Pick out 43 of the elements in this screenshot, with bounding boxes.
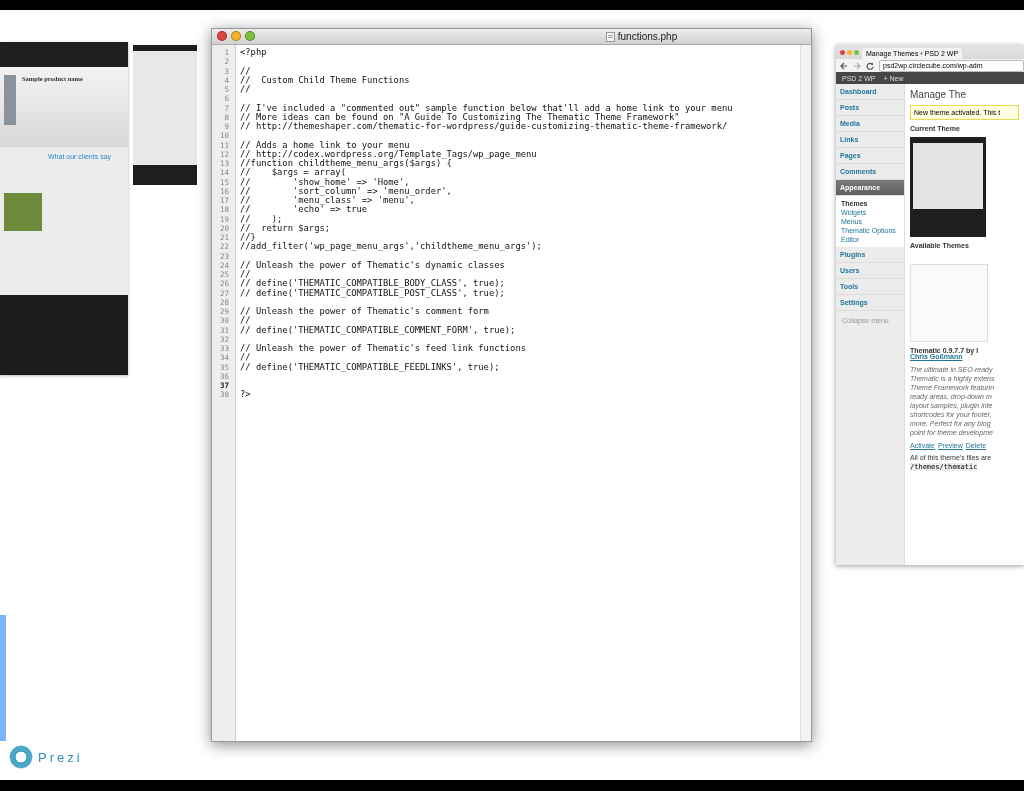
- photo-placeholder: [4, 193, 42, 231]
- code-line: // http://themeshaper.com/thematic-for-wordpress/guide-customizing-thematic-theme-framework/: [240, 122, 729, 132]
- code-line: // define('THEMATIC_COMPATIBLE_POST_CLASS', true);: [240, 288, 506, 298]
- code-line: // Custom Child Theme Functions: [240, 75, 411, 85]
- code-line: <?php: [240, 48, 268, 58]
- code-line: //function childtheme_menu_args($args) {: [240, 159, 452, 168]
- forward-icon[interactable]: [853, 61, 861, 70]
- code-line: // Unleash the power of Thematic's dynamic classes: [240, 260, 506, 270]
- code-line: // define('THEMATIC_COMPATIBLE_BODY_CLASS', true);: [240, 279, 506, 289]
- code-line: //}: [240, 233, 256, 243]
- code-line: // Unleash the power of Thematic's comment form: [240, 307, 490, 316]
- code-line: // );: [240, 214, 284, 224]
- reload-icon[interactable]: [866, 61, 874, 70]
- code-line: // define('THEMATIC_COMPATIBLE_COMMENT_FORM', true);: [240, 325, 517, 335]
- code-line: // return $args;: [240, 223, 332, 233]
- zoom-button[interactable]: [245, 31, 255, 41]
- photo-placeholder: [4, 75, 16, 125]
- code-line: // define('THEMATIC_COMPATIBLE_FEEDLINKS', true);: [240, 362, 501, 372]
- code-line: ?>: [240, 390, 252, 400]
- back-icon[interactable]: [840, 61, 848, 70]
- minimize-button[interactable]: [231, 31, 241, 41]
- file-icon: [605, 31, 615, 42]
- code-line: // Adds a home link to your menu: [240, 140, 410, 150]
- code-line: //: [240, 353, 252, 363]
- code-line: // $args = array(: [240, 168, 346, 178]
- code-line: //: [240, 316, 252, 326]
- code-line: //: [240, 85, 252, 95]
- close-button[interactable]: [217, 31, 227, 41]
- code-line: //: [240, 270, 252, 279]
- code-line: // More ideas can be found on "A Guide To Customizing The Thematic Theme Framework": [240, 112, 680, 122]
- logo-text: Prezi: [38, 749, 83, 765]
- code-line: //: [240, 66, 252, 76]
- logo-icon: [9, 745, 33, 769]
- code-line: // I've included a "commented out" sample function below that'll add a home link to your menu: [240, 103, 734, 113]
- code-line: // Unleash the power of Thematic's feed link functions: [240, 344, 527, 353]
- code-line: // http://codex.wordpress.org/Template_Tags/wp_page_menu: [240, 149, 538, 159]
- code-line: // 'menu_class' => 'menu',: [240, 196, 415, 205]
- code-line: //add_filter('wp_page_menu_args','childtheme_menu_args');: [240, 242, 543, 252]
- page-title: Manage The: [910, 89, 967, 100]
- code-line: // 'sort_column' => 'menu_order',: [240, 186, 453, 196]
- code-line: // 'echo' => true: [240, 205, 369, 215]
- window-title: functions.php: [345, 31, 678, 42]
- code-line: // 'show_home' => 'Home',: [240, 177, 411, 187]
